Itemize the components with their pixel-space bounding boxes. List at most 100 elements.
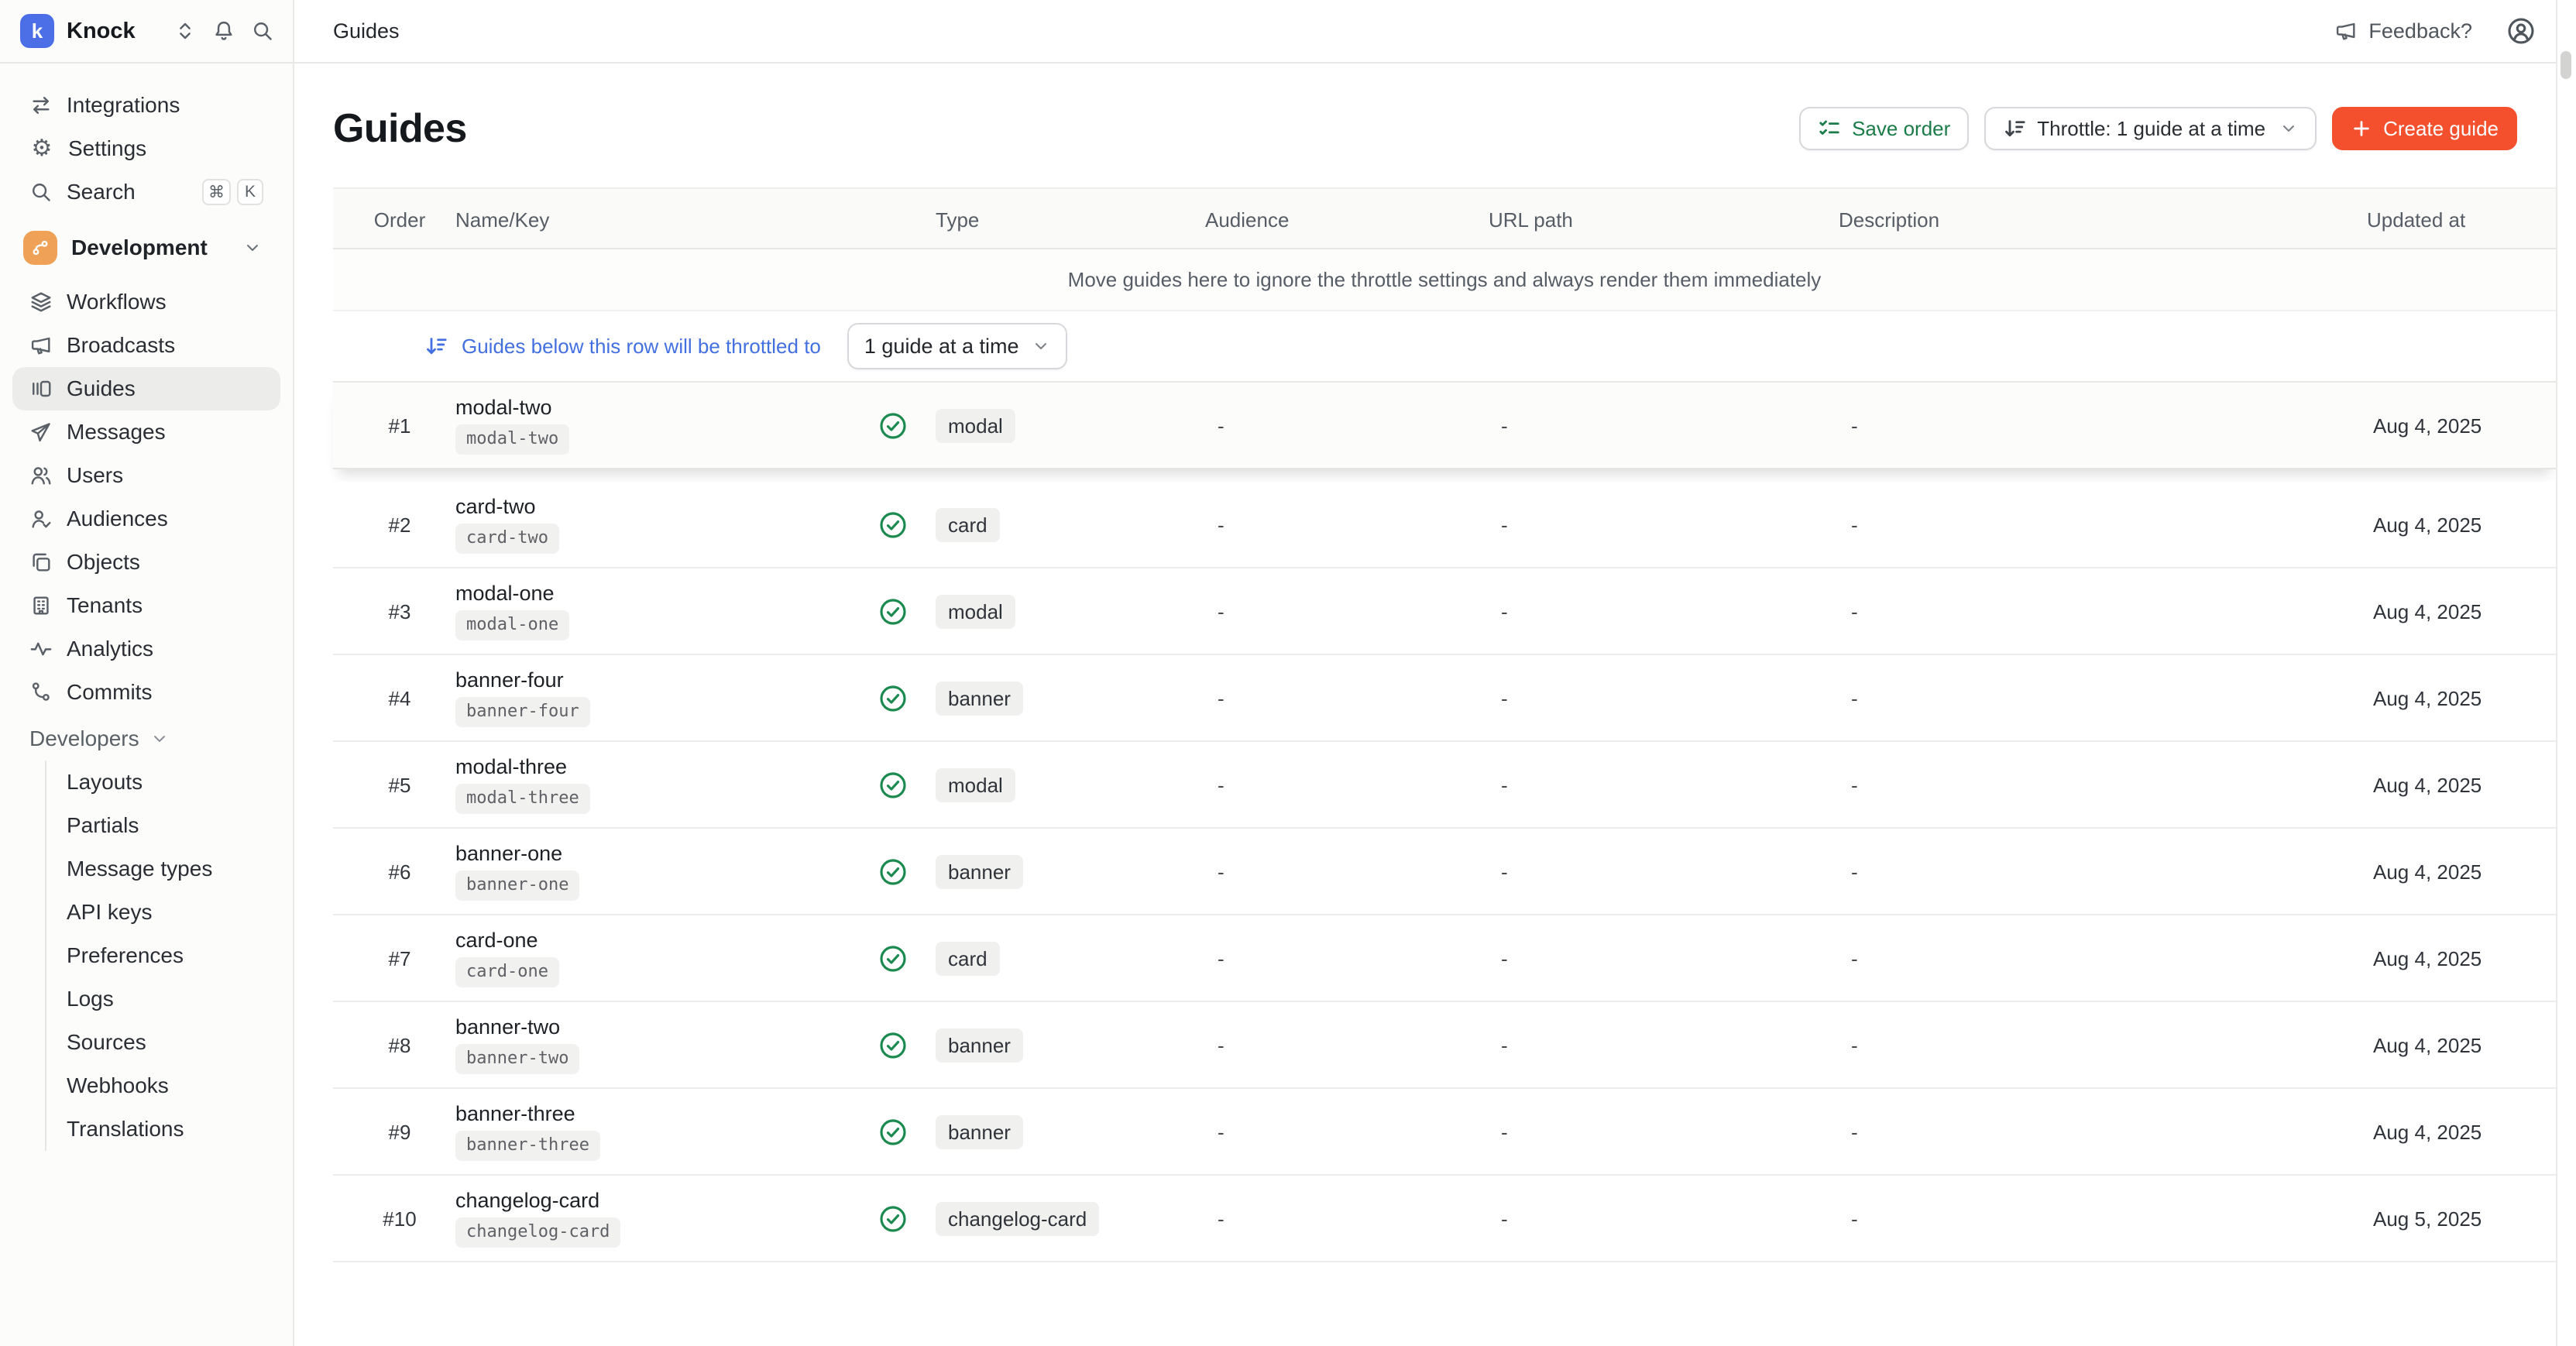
- row-order: #3: [364, 568, 435, 655]
- row-type: card: [936, 915, 1000, 1002]
- type-badge: banner: [936, 1115, 1023, 1150]
- table-row[interactable]: #3modal-onemodal-onemodal---Aug 4, 2025: [333, 568, 2556, 655]
- guide-name: banner-one: [455, 843, 562, 864]
- building-icon: [29, 594, 53, 617]
- sidebar-item-audiences[interactable]: Audiences: [12, 497, 280, 541]
- row-name-key: card-twocard-two: [455, 482, 559, 568]
- throttle-divider-row: Guides below this row will be throttled …: [333, 311, 2556, 383]
- sidebar-item-search[interactable]: Search⌘K: [12, 170, 280, 214]
- sidebar-item-translations[interactable]: Translations: [46, 1107, 293, 1151]
- row-type: modal: [936, 383, 1015, 469]
- sidebar-item-webhooks[interactable]: Webhooks: [46, 1064, 293, 1107]
- row-name-key: modal-onemodal-one: [455, 568, 569, 655]
- guide-key-badge: changelog-card: [455, 1217, 620, 1247]
- column-header-url-path: URL path: [1489, 189, 1573, 251]
- row-url-path: -: [1501, 568, 1508, 655]
- row-name-key: card-onecard-one: [455, 915, 559, 1002]
- throttle-value-dropdown[interactable]: 1 guide at a time: [847, 323, 1067, 369]
- table-row[interactable]: #7card-onecard-onecard---Aug 4, 2025: [333, 915, 2556, 1002]
- throttle-row-text[interactable]: Guides below this row will be throttled …: [462, 335, 821, 359]
- scrollbar-track[interactable]: [2556, 0, 2576, 1346]
- table-row[interactable]: #6banner-onebanner-onebanner---Aug 4, 20…: [333, 829, 2556, 915]
- type-badge: banner: [936, 1028, 1023, 1063]
- sidebar-item-label: Workflows: [67, 290, 167, 314]
- sidebar-item-api-keys[interactable]: API keys: [46, 891, 293, 934]
- environment-switcher[interactable]: Development: [12, 225, 280, 271]
- sidebar-developers-nav: LayoutsPartialsMessage typesAPI keysPref…: [45, 761, 293, 1151]
- unthrottled-dropzone[interactable]: Move guides here to ignore the throttle …: [333, 249, 2556, 311]
- sidebar-item-message-types[interactable]: Message types: [46, 847, 293, 891]
- sidebar-item-label: Webhooks: [67, 1073, 169, 1098]
- sidebar-item-users[interactable]: Users: [12, 454, 280, 497]
- table-row[interactable]: #5modal-threemodal-threemodal---Aug 4, 2…: [333, 742, 2556, 829]
- row-type: changelog-card: [936, 1176, 1099, 1262]
- sidebar-item-label: Users: [67, 463, 123, 488]
- column-header-type: Type: [936, 189, 979, 251]
- guide-name: banner-three: [455, 1104, 575, 1125]
- feedback-label: Feedback?: [2368, 19, 2472, 43]
- chevron-down-icon: [2279, 119, 2298, 138]
- guide-name: changelog-card: [455, 1190, 599, 1211]
- guides-icon: [29, 377, 53, 400]
- sidebar-item-messages[interactable]: Messages: [12, 410, 280, 454]
- feedback-button[interactable]: Feedback?: [2334, 19, 2472, 43]
- row-audience: -: [1218, 568, 1224, 655]
- sidebar-item-objects[interactable]: Objects: [12, 541, 280, 584]
- sidebar-item-logs[interactable]: Logs: [46, 977, 293, 1021]
- table-body: #1modal-twomodal-twomodal---Aug 4, 2025#…: [333, 383, 2556, 1262]
- chevron-down-icon: [150, 730, 169, 748]
- sidebar-item-tenants[interactable]: Tenants: [12, 584, 280, 627]
- search-icon: [29, 180, 53, 204]
- status-check-icon: [878, 482, 908, 568]
- row-audience: -: [1218, 1002, 1224, 1089]
- row-audience: -: [1218, 1176, 1224, 1262]
- status-check-icon: [878, 1089, 908, 1176]
- sidebar-item-analytics[interactable]: Analytics: [12, 627, 280, 671]
- table-row[interactable]: #10changelog-cardchangelog-cardchangelog…: [333, 1176, 2556, 1262]
- row-order: #1: [364, 383, 435, 469]
- status-check-icon: [878, 1176, 908, 1262]
- table-row[interactable]: #9banner-threebanner-threebanner---Aug 4…: [333, 1089, 2556, 1176]
- throttle-dropdown-button[interactable]: Throttle: 1 guide at a time: [1984, 107, 2317, 150]
- row-audience: -: [1218, 383, 1224, 469]
- sidebar-item-label: Broadcasts: [67, 333, 175, 358]
- create-guide-button[interactable]: Create guide: [2332, 107, 2517, 150]
- sidebar-item-broadcasts[interactable]: Broadcasts: [12, 324, 280, 367]
- table-row[interactable]: #1modal-twomodal-twomodal---Aug 4, 2025: [333, 383, 2556, 469]
- sidebar-item-commits[interactable]: Commits: [12, 671, 280, 714]
- avatar-icon[interactable]: [2506, 16, 2536, 46]
- sidebar-item-partials[interactable]: Partials: [46, 804, 293, 847]
- table-row[interactable]: #8banner-twobanner-twobanner---Aug 4, 20…: [333, 1002, 2556, 1089]
- unfold-more-icon[interactable]: [173, 19, 197, 43]
- save-order-button[interactable]: Save order: [1799, 107, 1969, 150]
- checklist-icon: [1818, 117, 1841, 140]
- sidebar-item-sources[interactable]: Sources: [46, 1021, 293, 1064]
- row-order: #7: [364, 915, 435, 1002]
- sidebar-item-integrations[interactable]: Integrations: [12, 84, 280, 127]
- row-url-path: -: [1501, 742, 1508, 829]
- breadcrumb[interactable]: Guides: [333, 19, 400, 43]
- row-url-path: -: [1501, 1089, 1508, 1176]
- developers-section-toggle[interactable]: Developers: [12, 717, 280, 761]
- sidebar-item-settings[interactable]: ⚙Settings: [12, 127, 280, 170]
- guide-name: banner-two: [455, 1017, 560, 1038]
- table-row[interactable]: #4banner-fourbanner-fourbanner---Aug 4, …: [333, 655, 2556, 742]
- column-header-description: Description: [1839, 189, 1939, 251]
- throttle-button-label: Throttle: 1 guide at a time: [2037, 117, 2265, 141]
- row-name-key: banner-onebanner-one: [455, 829, 579, 915]
- row-updated-at: Aug 4, 2025: [2373, 915, 2482, 1002]
- bell-icon[interactable]: [212, 19, 235, 43]
- scrollbar-thumb[interactable]: [2561, 51, 2571, 79]
- row-type: modal: [936, 742, 1015, 829]
- workspace-switcher[interactable]: k Knock: [0, 0, 293, 64]
- sidebar-item-workflows[interactable]: Workflows: [12, 280, 280, 324]
- table-row[interactable]: #2card-twocard-twocard---Aug 4, 2025: [333, 482, 2556, 568]
- guide-key-badge: card-one: [455, 957, 559, 987]
- sidebar-item-guides[interactable]: Guides: [12, 367, 280, 410]
- sidebar-item-preferences[interactable]: Preferences: [46, 934, 293, 977]
- row-updated-at: Aug 4, 2025: [2373, 383, 2482, 469]
- search-icon[interactable]: [251, 19, 274, 43]
- type-badge: banner: [936, 682, 1023, 716]
- topbar: Guides Feedback?: [294, 0, 2556, 64]
- sidebar-item-layouts[interactable]: Layouts: [46, 761, 293, 804]
